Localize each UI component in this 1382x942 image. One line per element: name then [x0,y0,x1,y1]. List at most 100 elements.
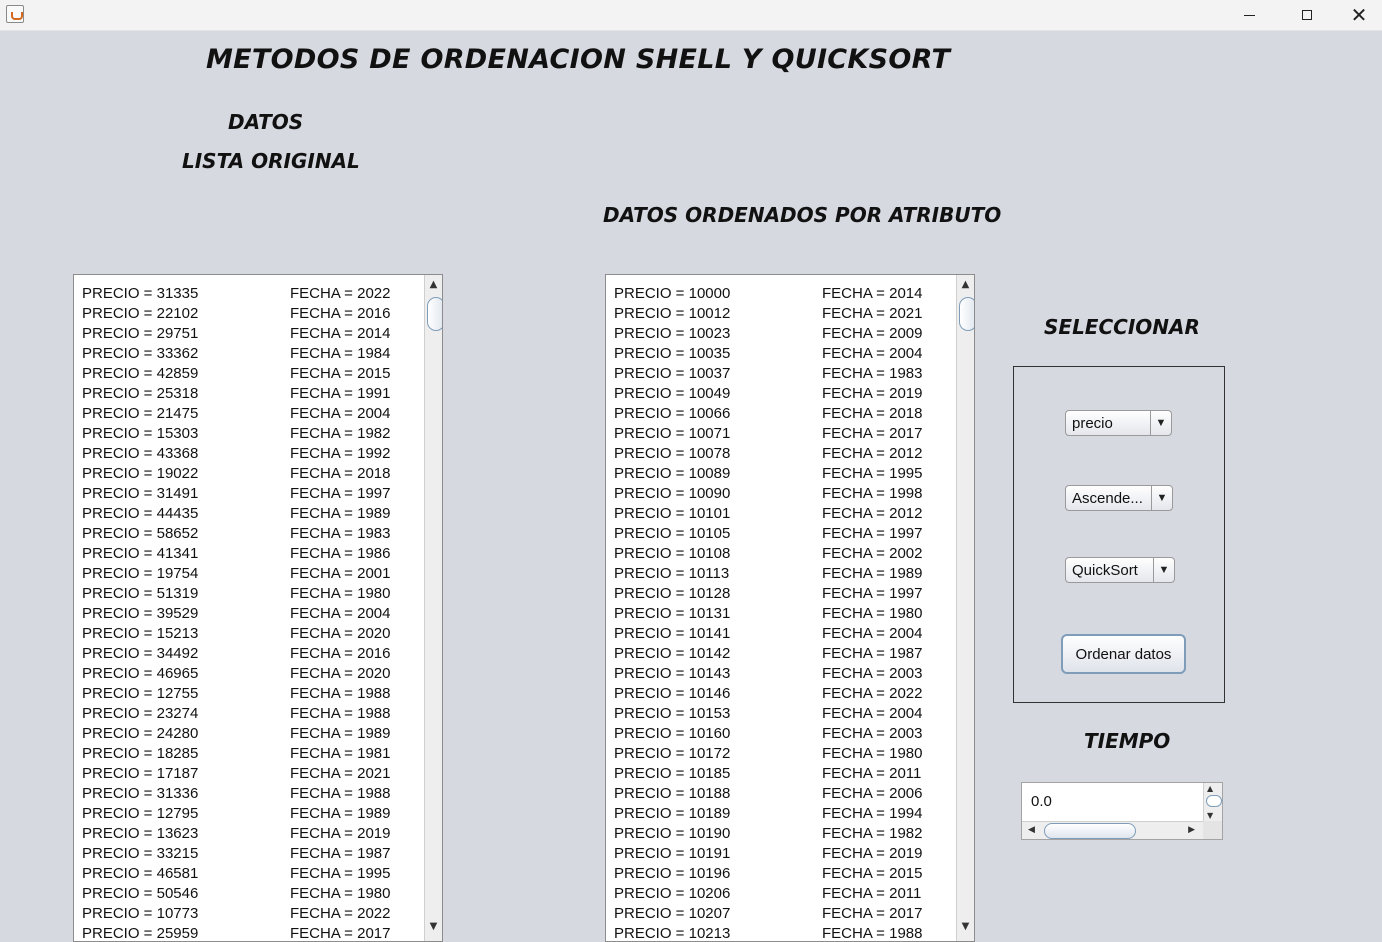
list-item[interactable]: PRECIO = 25959 FECHA = 2017 [74,924,424,941]
list-item[interactable]: PRECIO = 43368 FECHA = 1992 [74,444,424,464]
list-item[interactable]: PRECIO = 33215 FECHA = 1987 [74,844,424,864]
close-button[interactable]: ✕ [1336,0,1382,30]
list-item[interactable]: PRECIO = 12795 FECHA = 1989 [74,804,424,824]
list-item[interactable]: PRECIO = 46581 FECHA = 1995 [74,864,424,884]
list-item[interactable]: PRECIO = 58652 FECHA = 1983 [74,524,424,544]
scroll-down-icon[interactable]: ▼ [1207,811,1213,820]
list-item[interactable]: PRECIO = 21475 FECHA = 2004 [74,404,424,424]
scroll-down-icon[interactable]: ▼ [425,917,442,935]
scroll-right-icon[interactable]: ▶ [1188,825,1195,835]
scroll-thumb[interactable] [1206,795,1222,807]
list-item[interactable]: PRECIO = 31491 FECHA = 1997 [74,484,424,504]
list-item[interactable]: PRECIO = 31336 FECHA = 1988 [74,784,424,804]
list-item[interactable]: PRECIO = 10023 FECHA = 2009 [606,324,956,344]
list-item[interactable]: PRECIO = 46965 FECHA = 2020 [74,664,424,684]
list-item[interactable]: PRECIO = 10206 FECHA = 2011 [606,884,956,904]
list-item[interactable]: PRECIO = 10160 FECHA = 2003 [606,724,956,744]
list-item[interactable]: PRECIO = 10773 FECHA = 2022 [74,904,424,924]
scroll-left-icon[interactable]: ◀ [1028,825,1035,835]
list-item[interactable]: PRECIO = 17187 FECHA = 2021 [74,764,424,784]
list-item[interactable]: PRECIO = 31335 FECHA = 2022 [74,284,424,304]
list-item[interactable]: PRECIO = 18285 FECHA = 1981 [74,744,424,764]
precio-cell: PRECIO = 24280 [82,725,199,742]
list-item[interactable]: PRECIO = 10131 FECHA = 1980 [606,604,956,624]
scroll-up-icon[interactable]: ▲ [1207,784,1213,793]
time-vertical-scrollbar[interactable]: ▲ ▼ [1203,783,1222,821]
list-item[interactable]: PRECIO = 10191 FECHA = 2019 [606,844,956,864]
list-item[interactable]: PRECIO = 10105 FECHA = 1997 [606,524,956,544]
list-item[interactable]: PRECIO = 10188 FECHA = 2006 [606,784,956,804]
list-item[interactable]: PRECIO = 19022 FECHA = 2018 [74,464,424,484]
list-item[interactable]: PRECIO = 33362 FECHA = 1984 [74,344,424,364]
list-item[interactable]: PRECIO = 44435 FECHA = 1989 [74,504,424,524]
list-item[interactable]: PRECIO = 10153 FECHA = 2004 [606,704,956,724]
fecha-cell: FECHA = 2022 [822,685,923,702]
time-output-field[interactable]: 0.0 [1022,783,1203,821]
list-item[interactable]: PRECIO = 51319 FECHA = 1980 [74,584,424,604]
list-item[interactable]: PRECIO = 10207 FECHA = 2017 [606,904,956,924]
time-horizontal-scrollbar[interactable]: ◀ ▶ [1022,821,1203,839]
precio-cell: PRECIO = 10113 [614,565,730,582]
list-item[interactable]: PRECIO = 10000 FECHA = 2014 [606,284,956,304]
list-item[interactable]: PRECIO = 25318 FECHA = 1991 [74,384,424,404]
list-item[interactable]: PRECIO = 10037 FECHA = 1983 [606,364,956,384]
list-item[interactable]: PRECIO = 15303 FECHA = 1982 [74,424,424,444]
list-item[interactable]: PRECIO = 10078 FECHA = 2012 [606,444,956,464]
list-item[interactable]: PRECIO = 50546 FECHA = 1980 [74,884,424,904]
list-item[interactable]: PRECIO = 22102 FECHA = 2016 [74,304,424,324]
list-item[interactable]: PRECIO = 10146 FECHA = 2022 [606,684,956,704]
list-item[interactable]: PRECIO = 10108 FECHA = 2002 [606,544,956,564]
fecha-cell: FECHA = 1997 [290,485,391,502]
list-item[interactable]: PRECIO = 19754 FECHA = 2001 [74,564,424,584]
method-select[interactable]: QuickSort ▼ [1065,557,1175,583]
list-item[interactable]: PRECIO = 29751 FECHA = 2014 [74,324,424,344]
list-item[interactable]: PRECIO = 10196 FECHA = 2015 [606,864,956,884]
list-item[interactable]: PRECIO = 10172 FECHA = 1980 [606,744,956,764]
list-item[interactable]: PRECIO = 24280 FECHA = 1989 [74,724,424,744]
list-item[interactable]: PRECIO = 34492 FECHA = 2016 [74,644,424,664]
chevron-down-icon[interactable]: ▼ [1151,486,1172,510]
list-item[interactable]: PRECIO = 12755 FECHA = 1988 [74,684,424,704]
scroll-up-icon[interactable]: ▲ [425,275,442,293]
list-item[interactable]: PRECIO = 10142 FECHA = 1987 [606,644,956,664]
list-item[interactable]: PRECIO = 10128 FECHA = 1997 [606,584,956,604]
list-item[interactable]: PRECIO = 10012 FECHA = 2021 [606,304,956,324]
chevron-down-icon[interactable]: ▼ [1150,411,1171,435]
original-list[interactable]: PRECIO = 31335 FECHA = 2022 PRECIO = 22102… [73,274,443,942]
order-select[interactable]: Ascende... ▼ [1065,485,1173,511]
list-item[interactable]: PRECIO = 10090 FECHA = 1998 [606,484,956,504]
minimize-button[interactable] [1220,0,1278,30]
scroll-up-icon[interactable]: ▲ [957,275,974,293]
scroll-thumb[interactable] [959,297,974,331]
list-item[interactable]: PRECIO = 23274 FECHA = 1988 [74,704,424,724]
scroll-thumb[interactable] [1044,823,1136,839]
sort-data-button[interactable]: Ordenar datos [1061,634,1186,674]
sorted-list-scrollbar[interactable]: ▲ ▼ [956,275,974,941]
list-item[interactable]: PRECIO = 10101 FECHA = 2012 [606,504,956,524]
list-item[interactable]: PRECIO = 10089 FECHA = 1995 [606,464,956,484]
list-item[interactable]: PRECIO = 10049 FECHA = 2019 [606,384,956,404]
list-item[interactable]: PRECIO = 41341 FECHA = 1986 [74,544,424,564]
attribute-select[interactable]: precio ▼ [1065,410,1172,436]
list-item[interactable]: PRECIO = 10113 FECHA = 1989 [606,564,956,584]
list-item[interactable]: PRECIO = 10071 FECHA = 2017 [606,424,956,444]
list-item[interactable]: PRECIO = 42859 FECHA = 2015 [74,364,424,384]
list-item[interactable]: PRECIO = 15213 FECHA = 2020 [74,624,424,644]
chevron-down-icon[interactable]: ▼ [1153,558,1174,582]
maximize-button[interactable] [1278,0,1336,30]
original-list-scrollbar[interactable]: ▲ ▼ [424,275,442,941]
scroll-thumb[interactable] [427,297,442,331]
list-item[interactable]: PRECIO = 10185 FECHA = 2011 [606,764,956,784]
list-item[interactable]: PRECIO = 10213 FECHA = 1988 [606,924,956,941]
list-item[interactable]: PRECIO = 10143 FECHA = 2003 [606,664,956,684]
list-item[interactable]: PRECIO = 10141 FECHA = 2004 [606,624,956,644]
list-item[interactable]: PRECIO = 39529 FECHA = 2004 [74,604,424,624]
sorted-list[interactable]: PRECIO = 10000 FECHA = 2014 PRECIO = 10012… [605,274,975,942]
list-item[interactable]: PRECIO = 13623 FECHA = 2019 [74,824,424,844]
list-item[interactable]: PRECIO = 10189 FECHA = 1994 [606,804,956,824]
time-heading: TIEMPO [1084,729,1171,753]
scroll-down-icon[interactable]: ▼ [957,917,974,935]
list-item[interactable]: PRECIO = 10035 FECHA = 2004 [606,344,956,364]
list-item[interactable]: PRECIO = 10066 FECHA = 2018 [606,404,956,424]
list-item[interactable]: PRECIO = 10190 FECHA = 1982 [606,824,956,844]
